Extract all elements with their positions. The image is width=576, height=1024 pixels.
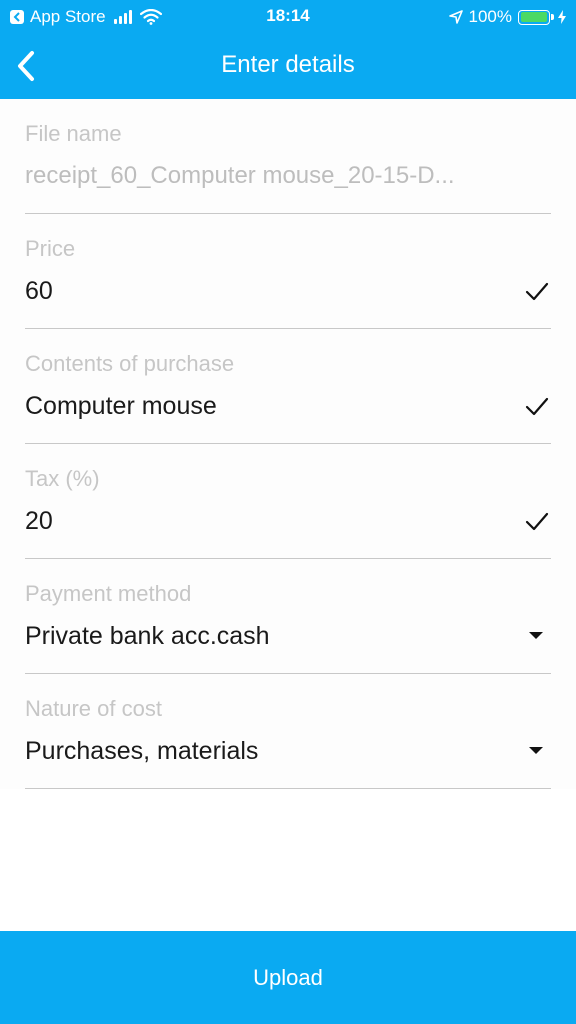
battery-icon [518, 9, 550, 25]
battery-percent: 100% [468, 7, 512, 26]
payment-method-value[interactable]: Private bank acc.cash [25, 622, 270, 651]
price-value[interactable]: 60 [25, 277, 53, 306]
battery-fill [520, 12, 547, 22]
check-icon [525, 397, 549, 416]
page-title: Enter details [221, 51, 355, 78]
tax-field[interactable]: Tax (%) 20 [25, 444, 551, 559]
nature-of-cost-field[interactable]: Nature of cost Purchases, materials [25, 674, 551, 789]
contents-field[interactable]: Contents of purchase Computer mouse [25, 329, 551, 444]
nature-of-cost-value[interactable]: Purchases, materials [25, 737, 258, 766]
dropdown-arrow-icon[interactable] [529, 632, 543, 639]
location-icon [448, 10, 463, 24]
price-field[interactable]: Price 60 [25, 214, 551, 329]
battery-tip [551, 14, 554, 20]
payment-method-label: Payment method [25, 581, 192, 606]
payment-method-field[interactable]: Payment method Private bank acc.cash [25, 559, 551, 674]
details-form: File name receipt_60_Computer mouse_20-1… [0, 99, 576, 789]
file-name-field[interactable]: File name receipt_60_Computer mouse_20-1… [25, 99, 551, 214]
charging-icon [558, 10, 566, 24]
contents-value[interactable]: Computer mouse [25, 392, 217, 421]
file-name-value: receipt_60_Computer mouse_20-15-D... [25, 162, 455, 189]
app-header: App Store 18:14 100% Enter details [0, 0, 576, 99]
nature-of-cost-label: Nature of cost [25, 696, 162, 721]
status-bar: App Store 18:14 100% [0, 0, 576, 34]
tax-label: Tax (%) [25, 466, 100, 491]
upload-button[interactable]: Upload [0, 931, 576, 1024]
contents-label: Contents of purchase [25, 351, 235, 376]
check-icon [525, 282, 549, 301]
dropdown-arrow-icon[interactable] [529, 747, 543, 754]
price-label: Price [25, 236, 76, 261]
status-right: 100% [448, 6, 566, 28]
nav-bar: Enter details [0, 34, 576, 99]
file-name-label: File name [25, 121, 122, 146]
check-icon [525, 512, 549, 531]
tax-value[interactable]: 20 [25, 507, 53, 536]
